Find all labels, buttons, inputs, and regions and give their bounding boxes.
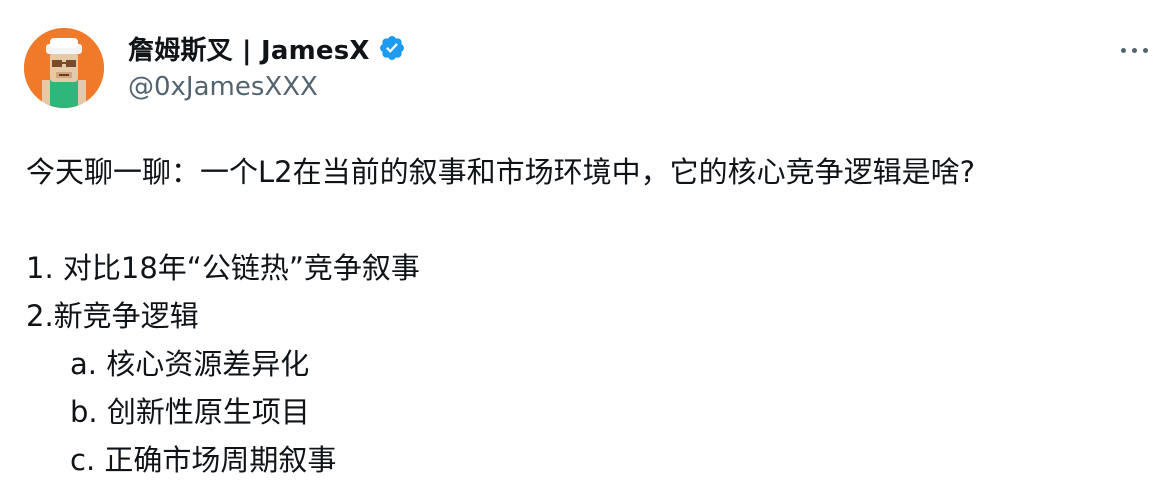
sub-list-item: b. 创新性原生项目 (70, 395, 310, 429)
list-item: 2.新竞争逻辑 (26, 299, 199, 333)
author-display-name[interactable]: 詹姆斯叉 | JamesX (128, 30, 370, 67)
sub-list-item: a. 核心资源差异化 (70, 347, 310, 381)
author-name-row: 詹姆斯叉 | JamesX (128, 30, 406, 66)
more-dot (1120, 47, 1126, 53)
tweet-card: 詹姆斯叉 | JamesX @0xJamesXXX 今天聊一聊：一个L2在当前的… (0, 0, 1172, 502)
cartoon-avatar-image (24, 28, 104, 108)
tweet-text: 今天聊一聊：一个L2在当前的叙事和市场环境中，它的核心竞争逻辑是啥? 1. 对比… (26, 148, 1152, 484)
more-dot (1142, 47, 1148, 53)
more-options-icon[interactable] (1114, 38, 1154, 62)
sub-list-item: c. 正确市场周期叙事 (70, 443, 337, 477)
avatar[interactable] (24, 28, 104, 108)
verified-badge-icon (378, 34, 406, 62)
author-handle[interactable]: @0xJamesXXX (128, 72, 318, 102)
more-dot (1131, 47, 1137, 53)
tweet-intro: 今天聊一聊：一个L2在当前的叙事和市场环境中，它的核心竞争逻辑是啥? (26, 155, 976, 189)
list-item: 1. 对比18年“公链热”竞争叙事 (26, 251, 420, 285)
